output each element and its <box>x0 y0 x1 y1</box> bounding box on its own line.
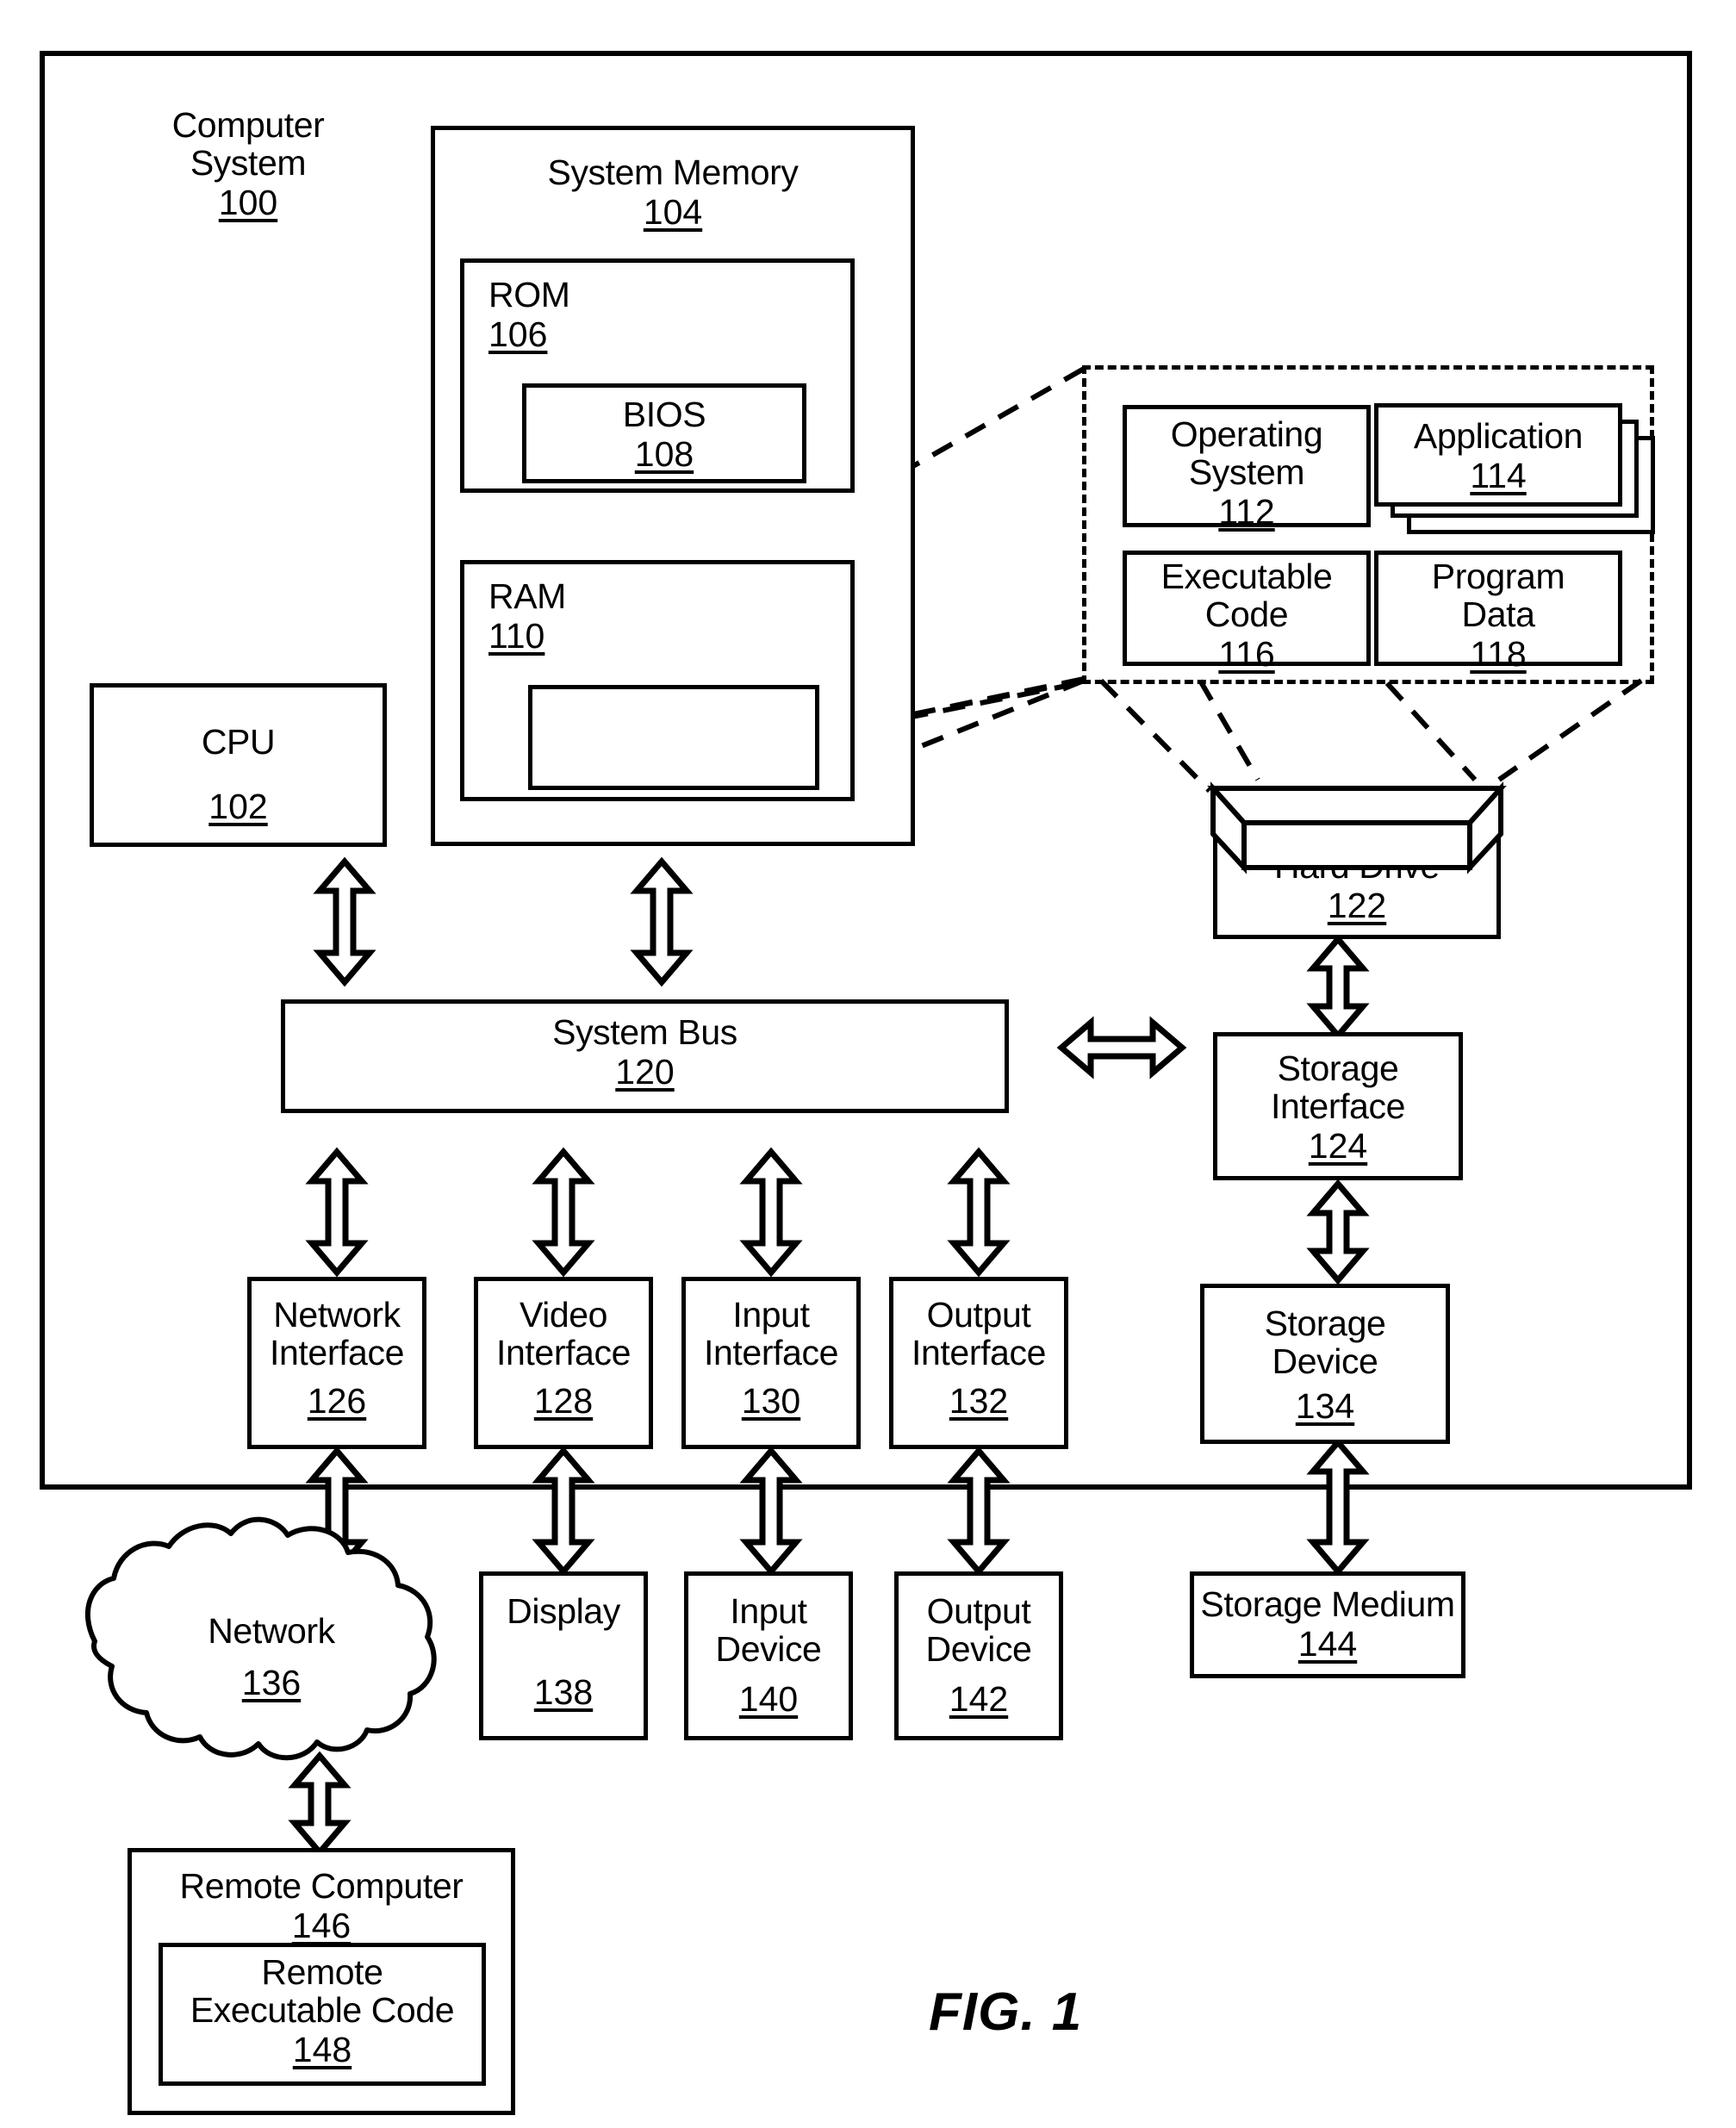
video-interface-box[interactable]: Video Interface 128 <box>474 1277 653 1449</box>
remote-computer-label: Remote Computer <box>179 1866 464 1906</box>
application-box[interactable]: Application 114 <box>1374 403 1622 507</box>
input-device-label: Input Device <box>715 1591 822 1669</box>
display-label: Display <box>507 1591 620 1631</box>
input-device-number: 140 <box>738 1678 799 1719</box>
hard-drive-number: 122 <box>1327 886 1387 925</box>
storage-interface-label: Storage Interface <box>1271 1048 1405 1126</box>
operating-system-box[interactable]: Operating System 112 <box>1123 405 1371 532</box>
remote-executable-code-box[interactable]: Remote Executable Code 148 <box>159 1943 486 2086</box>
storage-device-label: Storage Device <box>1264 1304 1386 1381</box>
figure-label: FIG. 1 <box>929 1982 1083 2042</box>
system-bus-label: System Bus <box>552 1012 737 1052</box>
computer-system-number: 100 <box>218 182 278 222</box>
bios-label: BIOS <box>622 395 706 434</box>
remote-computer-number: 146 <box>291 1905 352 1945</box>
cpu-label: CPU <box>201 721 276 762</box>
input-device-box[interactable]: Input Device 140 <box>684 1571 853 1740</box>
storage-device-number: 134 <box>1295 1385 1355 1426</box>
executable-code-label: Executable Code <box>1160 557 1333 634</box>
application-stack[interactable]: Application 114 <box>1374 403 1658 541</box>
storage-medium-label: Storage Medium <box>1200 1584 1455 1624</box>
ram-number: 110 <box>488 615 545 656</box>
network-interface-label: Network Interface <box>270 1295 404 1372</box>
storage-interface-box[interactable]: Storage Interface 124 <box>1213 1032 1463 1180</box>
system-bus-number: 120 <box>615 1051 675 1092</box>
remote-executable-code-number: 148 <box>292 2029 352 2069</box>
storage-medium-number: 144 <box>1297 1623 1358 1664</box>
executable-code-box[interactable]: Executable Code 116 <box>1123 551 1371 674</box>
cpu-box[interactable]: CPU 102 <box>90 683 387 847</box>
display-number: 138 <box>533 1671 594 1712</box>
storage-device-box[interactable]: Storage Device 134 <box>1200 1284 1450 1444</box>
rom-number: 106 <box>488 314 548 354</box>
ram-contents-region <box>528 685 819 790</box>
output-device-label: Output Device <box>925 1591 1032 1669</box>
input-interface-box[interactable]: Input Interface 130 <box>681 1277 861 1449</box>
output-interface-box[interactable]: Output Interface 132 <box>889 1277 1068 1449</box>
computer-system-title: Computer System <box>171 105 325 183</box>
rom-label: ROM <box>488 275 570 314</box>
executable-code-number: 116 <box>1218 633 1275 674</box>
application-number: 114 <box>1470 455 1527 495</box>
system-bus-box[interactable]: System Bus 120 <box>281 999 1009 1113</box>
computer-system-label: Computer System 100 <box>110 105 386 223</box>
network-label: Network <box>208 1611 335 1651</box>
network-interface-number: 126 <box>307 1380 367 1421</box>
network-number: 136 <box>241 1662 302 1702</box>
remote-executable-code-label: Remote Executable Code <box>190 1952 455 2030</box>
operating-system-label: Operating System <box>1170 414 1323 492</box>
patent-figure-1: Computer System 100 System Memory 104 RO… <box>0 0 1736 2128</box>
operating-system-number: 112 <box>1218 491 1275 532</box>
output-interface-number: 132 <box>949 1380 1009 1421</box>
video-interface-label: Video Interface <box>496 1295 631 1372</box>
output-device-number: 142 <box>949 1678 1009 1719</box>
input-interface-number: 130 <box>741 1380 801 1421</box>
output-device-box[interactable]: Output Device 142 <box>894 1571 1063 1740</box>
bios-number: 108 <box>634 433 694 474</box>
display-box[interactable]: Display 138 <box>479 1571 648 1740</box>
hard-drive-label: Hard Drive <box>1274 846 1440 887</box>
ram-label: RAM <box>488 576 566 616</box>
output-interface-label: Output Interface <box>912 1295 1046 1372</box>
program-data-label: Program Data <box>1431 557 1565 634</box>
system-memory-number: 104 <box>643 191 703 232</box>
cpu-number: 102 <box>208 787 268 827</box>
network-interface-box[interactable]: Network Interface 126 <box>247 1277 426 1449</box>
input-interface-label: Input Interface <box>704 1295 838 1372</box>
application-label: Application <box>1413 416 1584 456</box>
program-data-box[interactable]: Program Data 118 <box>1374 551 1622 674</box>
bios-box[interactable]: BIOS 108 <box>522 383 806 483</box>
storage-interface-number: 124 <box>1308 1125 1368 1166</box>
hard-drive-box[interactable]: Hard Drive 122 <box>1213 786 1501 939</box>
storage-medium-box[interactable]: Storage Medium 144 <box>1190 1571 1465 1678</box>
network-cloud-label: Network 136 <box>164 1611 379 1703</box>
video-interface-number: 128 <box>533 1380 594 1421</box>
system-memory-label: System Memory <box>547 152 799 192</box>
program-data-number: 118 <box>1470 633 1527 674</box>
